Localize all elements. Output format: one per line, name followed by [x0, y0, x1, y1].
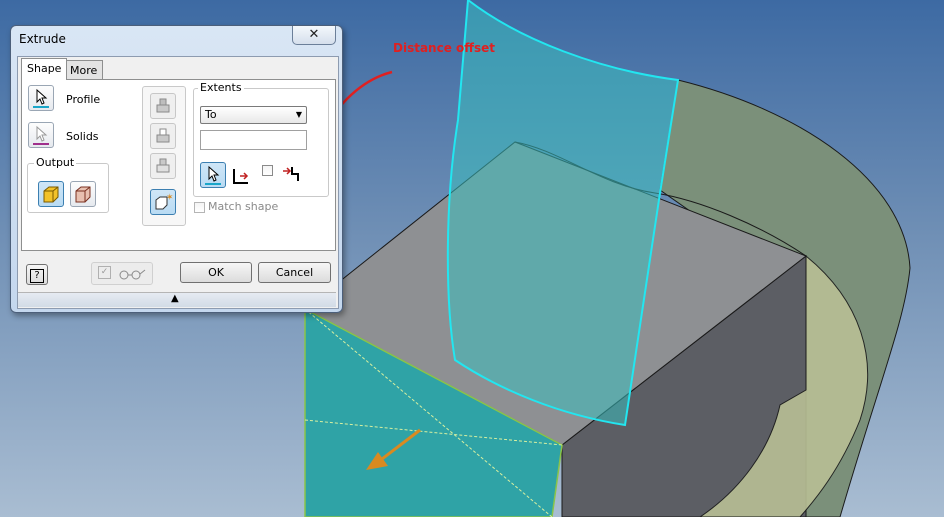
output-label: Output [34, 156, 77, 169]
preview-checkbox-icon: ✓ [98, 266, 111, 279]
extents-group: Extents To ▼ [193, 81, 329, 197]
ok-button[interactable]: OK [180, 262, 252, 283]
expand-panel-splitter[interactable]: ▲ [18, 292, 336, 307]
help-button[interactable]: ? [26, 264, 48, 285]
help-icon: ? [30, 269, 44, 283]
glasses-icon [119, 269, 146, 280]
intersect-icon [156, 158, 170, 173]
distance-offset-input[interactable] [200, 130, 307, 150]
join-button[interactable] [150, 93, 176, 119]
expand-arrow-icon: ▲ [171, 293, 179, 304]
output-surface-button[interactable] [70, 181, 96, 207]
extend-checkbox[interactable] [262, 165, 273, 176]
profile-label: Profile [66, 93, 101, 106]
shape-panel: Profile Solids Output ✶ Extents To ▼ Mat… [21, 79, 336, 251]
extents-label: Extents [198, 81, 244, 94]
dialog-client: Shape More Profile Solids Output ✶ Exten… [17, 56, 339, 309]
profile-select-button[interactable] [28, 85, 54, 111]
dialog-title: Extrude [19, 32, 66, 46]
cancel-button[interactable]: Cancel [258, 262, 331, 283]
extents-dropdown[interactable]: To ▼ [200, 106, 307, 124]
to-face-select-button[interactable] [200, 162, 226, 188]
close-button[interactable]: ✕ [292, 26, 336, 45]
new-solid-icon: ✶ [155, 193, 174, 210]
match-shape-checkbox[interactable] [194, 202, 205, 213]
operation-column: ✶ [142, 86, 186, 226]
solids-select-button[interactable] [28, 122, 54, 148]
solid-cube-icon [43, 186, 59, 203]
surface-cube-icon [75, 186, 91, 203]
tab-more[interactable]: More [64, 60, 104, 80]
solids-label: Solids [66, 130, 99, 143]
match-shape-label: Match shape [208, 200, 279, 213]
extrude-dialog[interactable]: Extrude ✕ Shape More Profile Solids Outp… [10, 25, 343, 313]
svg-text:✶: ✶ [166, 193, 174, 203]
output-solid-button[interactable] [38, 181, 64, 207]
intersect-button[interactable] [150, 153, 176, 179]
minimum-solution-icon[interactable] [230, 165, 252, 187]
cut-button[interactable] [150, 123, 176, 149]
annotation-label: Distance offset [393, 41, 496, 55]
chevron-down-icon: ▼ [295, 110, 302, 119]
tab-shape[interactable]: Shape [21, 58, 68, 80]
extend-faces-icon[interactable] [280, 163, 302, 185]
join-icon [156, 98, 170, 113]
output-group: Output [27, 156, 109, 213]
preview-toggle[interactable]: ✓ [91, 262, 153, 285]
select-cursor-icon [205, 165, 221, 185]
new-solid-button[interactable]: ✶ [150, 189, 176, 215]
extents-dropdown-value: To [205, 108, 217, 121]
solids-cursor-icon [33, 125, 49, 145]
cut-icon [156, 128, 170, 143]
profile-cursor-icon [33, 88, 49, 108]
title-bar[interactable]: Extrude ✕ [11, 26, 342, 50]
